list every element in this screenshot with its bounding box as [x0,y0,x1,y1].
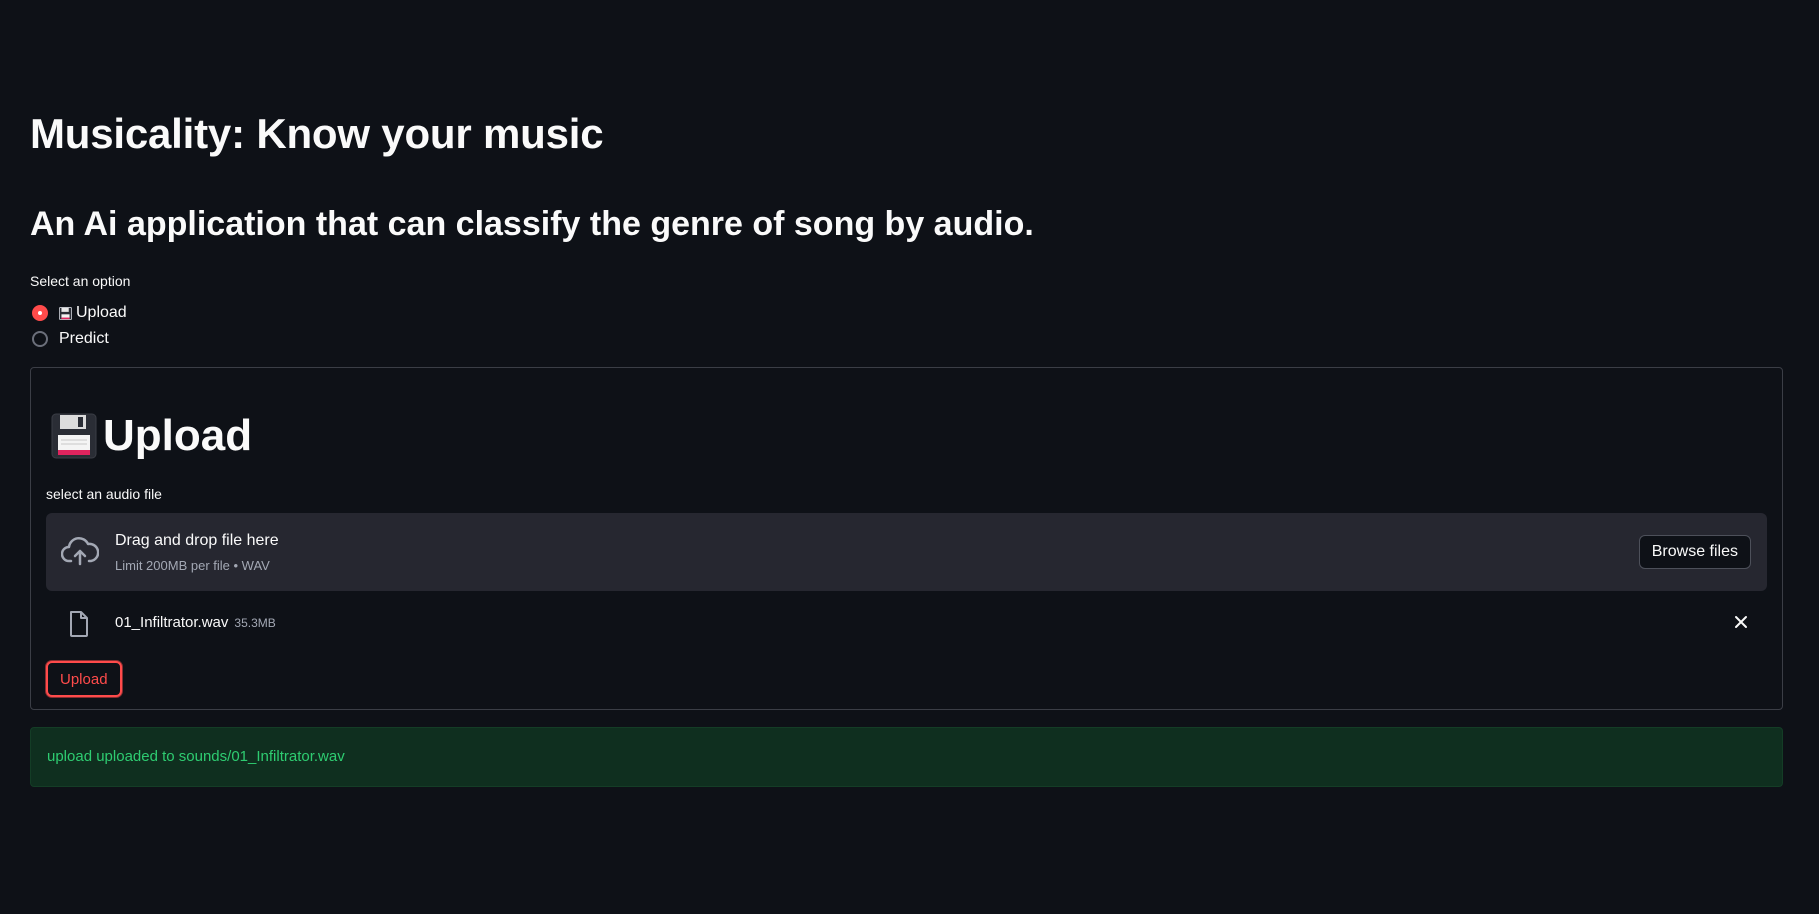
upload-heading-text: Upload [103,411,253,460]
uploaded-file-name: 01_Infiltrator.wav [115,614,229,631]
floppy-disk-icon [51,413,97,459]
upload-heading: Upload [51,411,252,461]
radio-button-checked[interactable] [32,305,48,321]
radio-button-unchecked[interactable] [32,331,48,347]
uploaded-file-size: 35.3MB [234,616,276,630]
success-message: upload uploaded to sounds/01_Infiltrator… [47,748,345,765]
floppy-disk-icon [59,306,72,320]
radio-group-label: Select an option [30,273,131,289]
page-title: Musicality: Know your music [30,110,604,157]
browse-files-button[interactable]: Browse files [1638,535,1751,569]
option-radio-group: Upload Predict [32,300,127,352]
upload-submit-button[interactable]: Upload [46,661,122,697]
radio-option-upload-label: Upload [76,304,127,321]
success-alert: upload uploaded to sounds/01_Infiltrator… [30,727,1783,787]
file-icon [70,611,88,637]
upload-form: Upload select an audio file Drag and dro… [30,367,1783,710]
app-page: Musicality: Know your music An Ai applic… [0,0,1819,914]
dropzone-subtitle: Limit 200MB per file • WAV [115,558,270,573]
close-icon[interactable] [1733,614,1749,630]
radio-option-predict-label: Predict [59,330,109,347]
file-dropzone[interactable]: Drag and drop file here Limit 200MB per … [46,513,1767,591]
file-uploader-label: select an audio file [46,486,162,502]
dropzone-title: Drag and drop file here [115,532,279,549]
uploaded-file-row: 01_Infiltrator.wav 35.3MB [46,603,1767,643]
radio-option-upload[interactable]: Upload [32,300,127,326]
uploaded-file-name-wrapper: 01_Infiltrator.wav 35.3MB [115,614,276,631]
radio-option-upload-text: Upload [59,304,127,322]
page-subtitle: An Ai application that can classify the … [30,205,1034,243]
cloud-upload-icon [61,537,99,566]
radio-option-predict[interactable]: Predict [32,326,127,352]
